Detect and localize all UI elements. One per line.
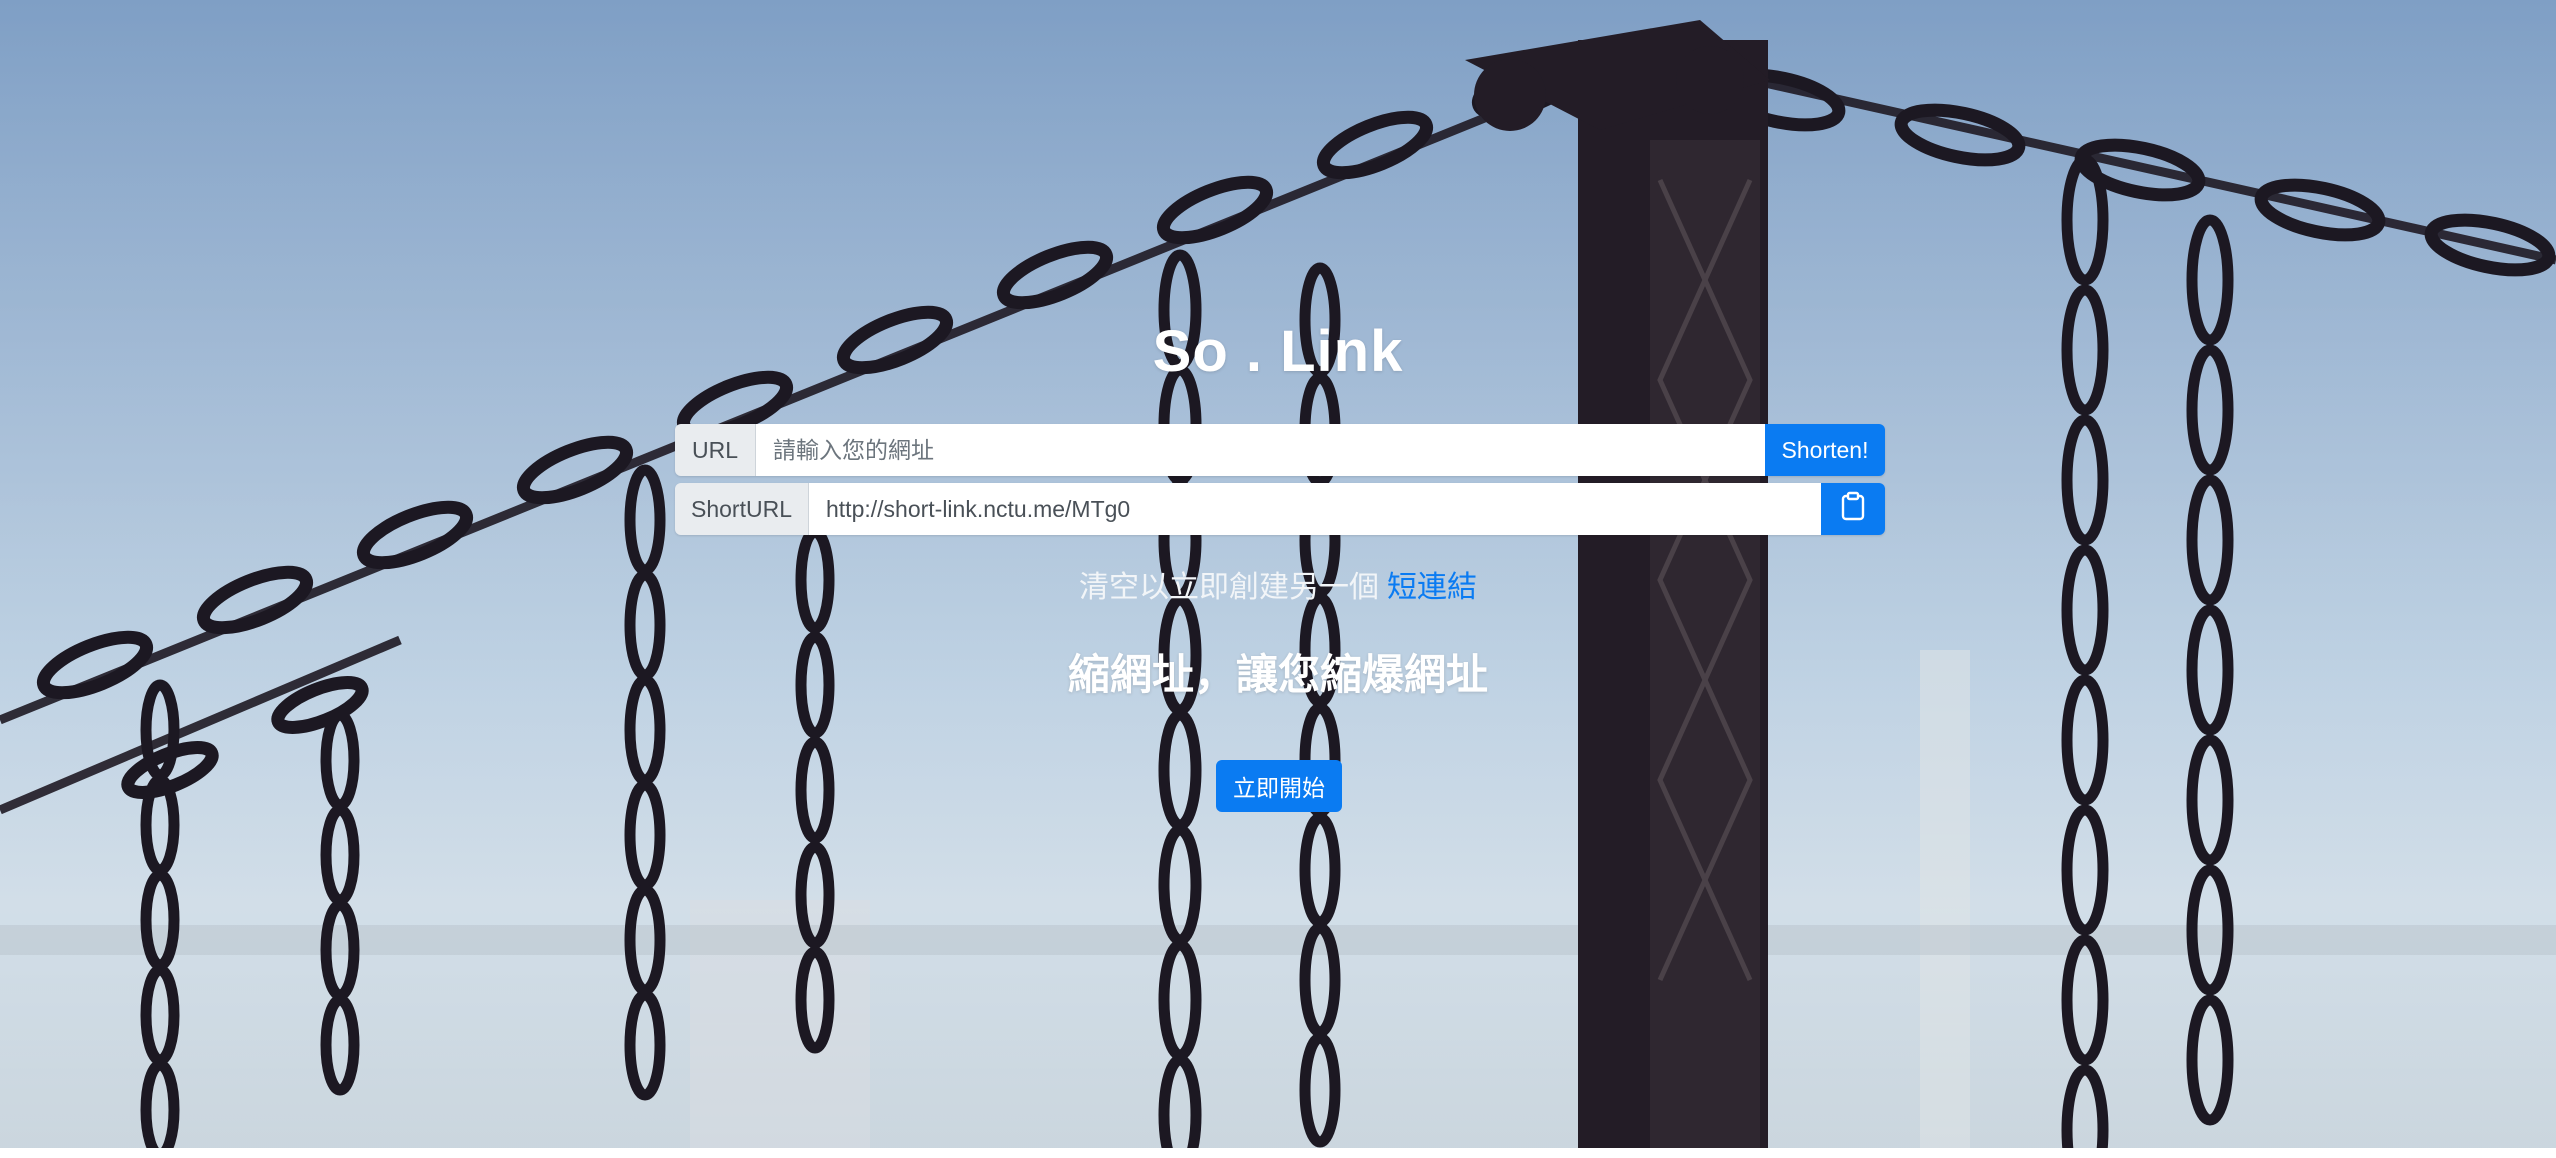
short-url-field[interactable] — [809, 483, 1821, 535]
page: So . Link URL Shorten! ShortURL 清空以立即創建另… — [0, 0, 2556, 1158]
clear-hint-text: 清空以立即創建另一個 — [1079, 571, 1379, 604]
start-now-button[interactable]: 立即開始 — [1216, 760, 1342, 812]
brand-title: So . Link — [1152, 319, 1404, 384]
clear-hint: 清空以立即創建另一個 短連結 — [0, 562, 2556, 606]
new-short-link[interactable]: 短連結 — [1387, 571, 1477, 604]
shorten-button[interactable]: Shorten! — [1765, 424, 1885, 476]
slogan-heading: 縮網址，讓您縮爆網址 — [1067, 651, 1488, 698]
short-url-label: ShortURL — [675, 483, 809, 535]
short-url-input-group: ShortURL — [675, 483, 1885, 535]
url-input[interactable] — [756, 424, 1765, 476]
url-label: URL — [675, 424, 756, 476]
clipboard-icon — [1840, 491, 1866, 527]
url-input-group: URL Shorten! — [675, 424, 1885, 476]
copy-button[interactable] — [1821, 483, 1885, 535]
main-content: So . Link URL Shorten! ShortURL 清空以立即創建另… — [0, 0, 2556, 1158]
